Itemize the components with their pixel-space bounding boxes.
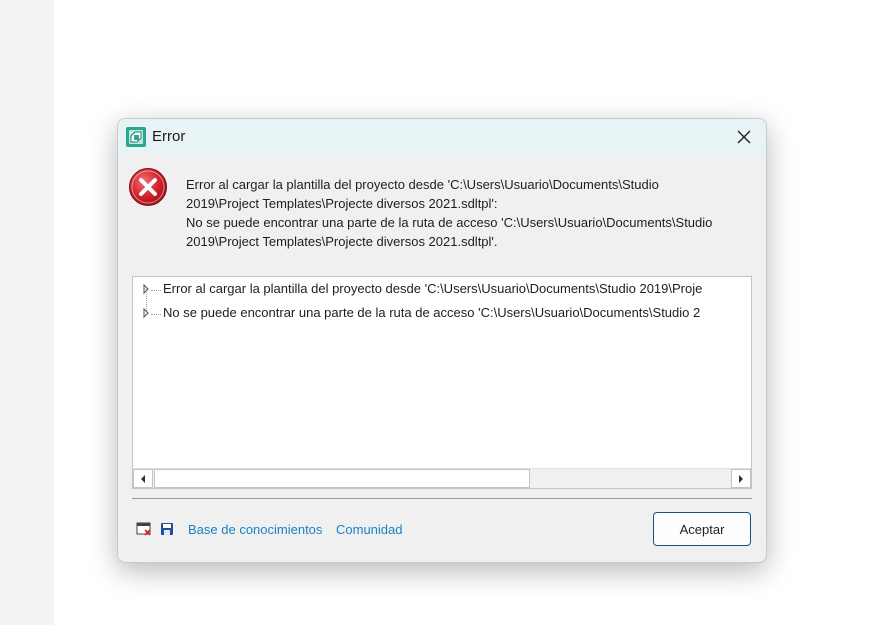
horizontal-scrollbar[interactable] — [133, 468, 751, 488]
message-line: Error al cargar la plantilla del proyect… — [186, 177, 659, 192]
background-panel — [0, 0, 54, 625]
error-icon — [129, 168, 167, 206]
tree-item-label: Error al cargar la plantilla del proyect… — [163, 281, 703, 296]
scroll-left-button[interactable] — [133, 469, 153, 488]
message-line: No se puede encontrar una parte de la ru… — [186, 215, 713, 230]
error-details-tree[interactable]: Error al cargar la plantilla del proyect… — [132, 276, 752, 489]
app-icon — [126, 127, 146, 147]
scrollbar-thumb[interactable] — [154, 469, 530, 488]
expand-arrow-icon[interactable] — [141, 283, 151, 295]
scroll-right-button[interactable] — [731, 469, 751, 488]
save-icon[interactable] — [159, 521, 175, 537]
close-button[interactable] — [722, 119, 766, 155]
community-link[interactable]: Comunidad — [336, 522, 403, 537]
title-bar: Error — [118, 119, 766, 155]
close-icon — [737, 130, 751, 144]
accept-button[interactable]: Aceptar — [653, 512, 751, 546]
copy-to-clipboard-icon[interactable] — [136, 521, 152, 537]
tree-item-label: No se puede encontrar una parte de la ru… — [163, 305, 701, 320]
knowledge-base-link[interactable]: Base de conocimientos — [188, 522, 322, 537]
dialog-title: Error — [152, 128, 186, 145]
message-line: 2019\Project Templates\Projecte diversos… — [186, 234, 498, 249]
error-dialog: Error Error al cargar la plantilla del p… — [117, 118, 767, 563]
scroll-right-icon — [739, 474, 743, 483]
error-message: Error al cargar la plantilla del proyect… — [186, 175, 756, 251]
tree-dots — [151, 290, 161, 291]
message-line: 2019\Project Templates\Projecte diversos… — [186, 196, 498, 211]
expand-arrow-icon[interactable] — [141, 307, 151, 319]
tree-dots — [151, 314, 161, 315]
scroll-left-icon — [141, 474, 145, 483]
tree-item[interactable]: Error al cargar la plantilla del proyect… — [133, 280, 751, 300]
footer-separator — [132, 498, 752, 499]
tree-item[interactable]: No se puede encontrar una parte de la ru… — [133, 304, 751, 324]
